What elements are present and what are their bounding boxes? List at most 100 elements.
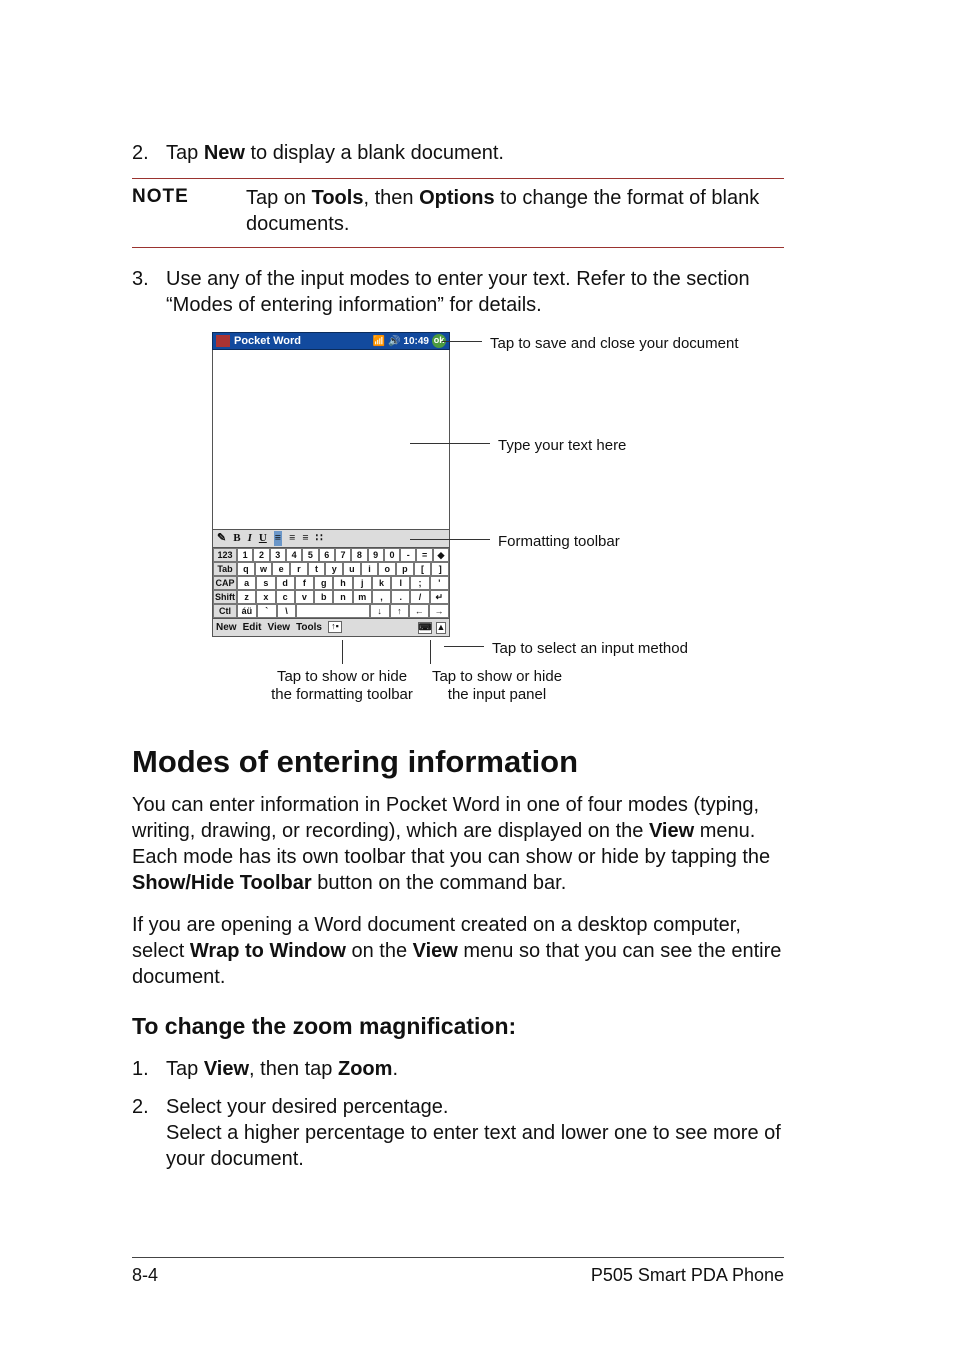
keyboard-key[interactable]: w: [255, 562, 273, 576]
keyboard-key[interactable]: 6: [319, 548, 335, 562]
keyboard-key[interactable]: 2: [253, 548, 269, 562]
keyboard-key[interactable]: 9: [368, 548, 384, 562]
italic-button[interactable]: I: [248, 531, 252, 545]
keyboard-key[interactable]: v: [295, 590, 314, 604]
keyboard-key[interactable]: Shift: [213, 590, 237, 604]
note-text: Tap on Tools, then Options to change the…: [246, 185, 784, 237]
keyboard-key[interactable]: 5: [302, 548, 318, 562]
keyboard-key[interactable]: i: [361, 562, 379, 576]
keyboard-key[interactable]: ': [430, 576, 449, 590]
keyboard-key[interactable]: e: [272, 562, 290, 576]
note-b2-options: Options: [419, 187, 495, 209]
keyboard-key[interactable]: u: [343, 562, 361, 576]
keyboard-key[interactable]: -: [400, 548, 416, 562]
keyboard-key[interactable]: d: [276, 576, 295, 590]
keyboard-key[interactable]: ↵: [430, 590, 449, 604]
input-panel-button[interactable]: ⌨: [418, 622, 432, 634]
command-bar: New Edit View Tools ↑▪ ⌨ ▲: [212, 619, 450, 637]
menu-tools[interactable]: Tools: [296, 621, 322, 634]
keyboard-key[interactable]: 1: [237, 548, 253, 562]
bullets-button[interactable]: ∷: [316, 531, 323, 545]
callout-toggle-panel-l2: the input panel: [422, 686, 572, 704]
callout-toggle-panel-l1: Tap to show or hide: [422, 668, 572, 686]
keyboard-key[interactable]: o: [378, 562, 396, 576]
keyboard-key[interactable]: c: [276, 590, 295, 604]
keyboard-key[interactable]: áü: [237, 604, 257, 618]
keyboard-key[interactable]: p: [396, 562, 414, 576]
step-2-number: 2.: [132, 140, 166, 166]
keyboard-key[interactable]: m: [353, 590, 372, 604]
soft-keyboard[interactable]: 1231234567890-=◆ Tabqwertyuiop[] CAPasdf…: [212, 548, 450, 619]
modes-p1: You can enter information in Pocket Word…: [132, 792, 784, 896]
align-right-button[interactable]: ≡: [302, 531, 308, 545]
keyboard-key[interactable]: x: [256, 590, 275, 604]
zoom-step-1-body: Tap View, then tap Zoom.: [166, 1056, 784, 1082]
step-2-after: to display a blank document.: [245, 142, 504, 164]
align-left-button[interactable]: ≡: [274, 531, 282, 545]
keyboard-key[interactable]: h: [333, 576, 352, 590]
pen-format-icon[interactable]: ✎: [217, 531, 226, 545]
note-b1-tools: Tools: [312, 187, 364, 209]
underline-button[interactable]: U: [259, 531, 267, 545]
toggle-toolbar-button[interactable]: ↑▪: [328, 621, 342, 633]
callout-type: Type your text here: [498, 436, 626, 456]
keyboard-key[interactable]: s: [256, 576, 275, 590]
keyboard-key[interactable]: t: [308, 562, 326, 576]
menu-view[interactable]: View: [267, 621, 290, 634]
keyboard-key[interactable]: 3: [270, 548, 286, 562]
signal-icon: 📶: [373, 335, 385, 348]
keyboard-key[interactable]: CAP: [213, 576, 237, 590]
figure-pocket-word: Pocket Word 📶 🔊 10:49 ok ✎ B I U ≡ ≡ ≡ ∷: [212, 332, 752, 712]
keyboard-key[interactable]: ←: [409, 604, 429, 618]
keyboard-key[interactable]: ◆: [433, 548, 449, 562]
zoom-step-2-num: 2.: [132, 1094, 166, 1172]
keyboard-key[interactable]: 8: [351, 548, 367, 562]
keyboard-key[interactable]: ↓: [370, 604, 390, 618]
keyboard-key[interactable]: f: [295, 576, 314, 590]
keyboard-key[interactable]: \: [277, 604, 297, 618]
keyboard-key[interactable]: =: [416, 548, 432, 562]
step-2: 2. Tap New to display a blank document.: [132, 140, 784, 166]
keyboard-key[interactable]: [: [414, 562, 432, 576]
keyboard-key[interactable]: q: [237, 562, 255, 576]
keyboard-key[interactable]: 7: [335, 548, 351, 562]
keyboard-key[interactable]: ]: [431, 562, 449, 576]
keyboard-key[interactable]: n: [333, 590, 352, 604]
keyboard-key[interactable]: y: [325, 562, 343, 576]
keyboard-key[interactable]: ,: [372, 590, 391, 604]
keyboard-key[interactable]: Tab: [213, 562, 237, 576]
keyboard-key[interactable]: r: [290, 562, 308, 576]
keyboard-key[interactable]: [296, 604, 369, 618]
keyboard-key[interactable]: 4: [286, 548, 302, 562]
keyboard-key[interactable]: k: [372, 576, 391, 590]
keyboard-key[interactable]: /: [410, 590, 429, 604]
step-2-text: Tap New to display a blank document.: [166, 140, 784, 166]
step-3-number: 3.: [132, 266, 166, 318]
align-center-button[interactable]: ≡: [289, 531, 295, 545]
z1-t3: .: [392, 1058, 398, 1080]
keyboard-key[interactable]: `: [257, 604, 277, 618]
keyboard-key[interactable]: .: [391, 590, 410, 604]
keyboard-key[interactable]: Ctl: [213, 604, 237, 618]
z2-l1: Select your desired percentage.: [166, 1094, 784, 1120]
keyboard-key[interactable]: l: [391, 576, 410, 590]
keyboard-key[interactable]: z: [237, 590, 256, 604]
menu-edit[interactable]: Edit: [243, 621, 262, 634]
note-box: NOTE Tap on Tools, then Options to chang…: [132, 178, 784, 248]
menu-new[interactable]: New: [216, 621, 237, 634]
keyboard-key[interactable]: 0: [384, 548, 400, 562]
keyboard-key[interactable]: ↑: [390, 604, 410, 618]
keyboard-key[interactable]: ;: [410, 576, 429, 590]
input-method-selector[interactable]: ▲: [436, 622, 446, 634]
keyboard-key[interactable]: j: [353, 576, 372, 590]
note-t1: Tap on: [246, 187, 312, 209]
keyboard-key[interactable]: 123: [213, 548, 237, 562]
keyboard-key[interactable]: g: [314, 576, 333, 590]
bold-button[interactable]: B: [233, 531, 240, 545]
keyboard-key[interactable]: b: [314, 590, 333, 604]
document-canvas[interactable]: [212, 350, 450, 530]
keyboard-key[interactable]: →: [429, 604, 449, 618]
p1-b2-showhide: Show/Hide Toolbar: [132, 872, 312, 894]
keyboard-key[interactable]: a: [237, 576, 256, 590]
p2-b1-wrap: Wrap to Window: [190, 940, 346, 962]
